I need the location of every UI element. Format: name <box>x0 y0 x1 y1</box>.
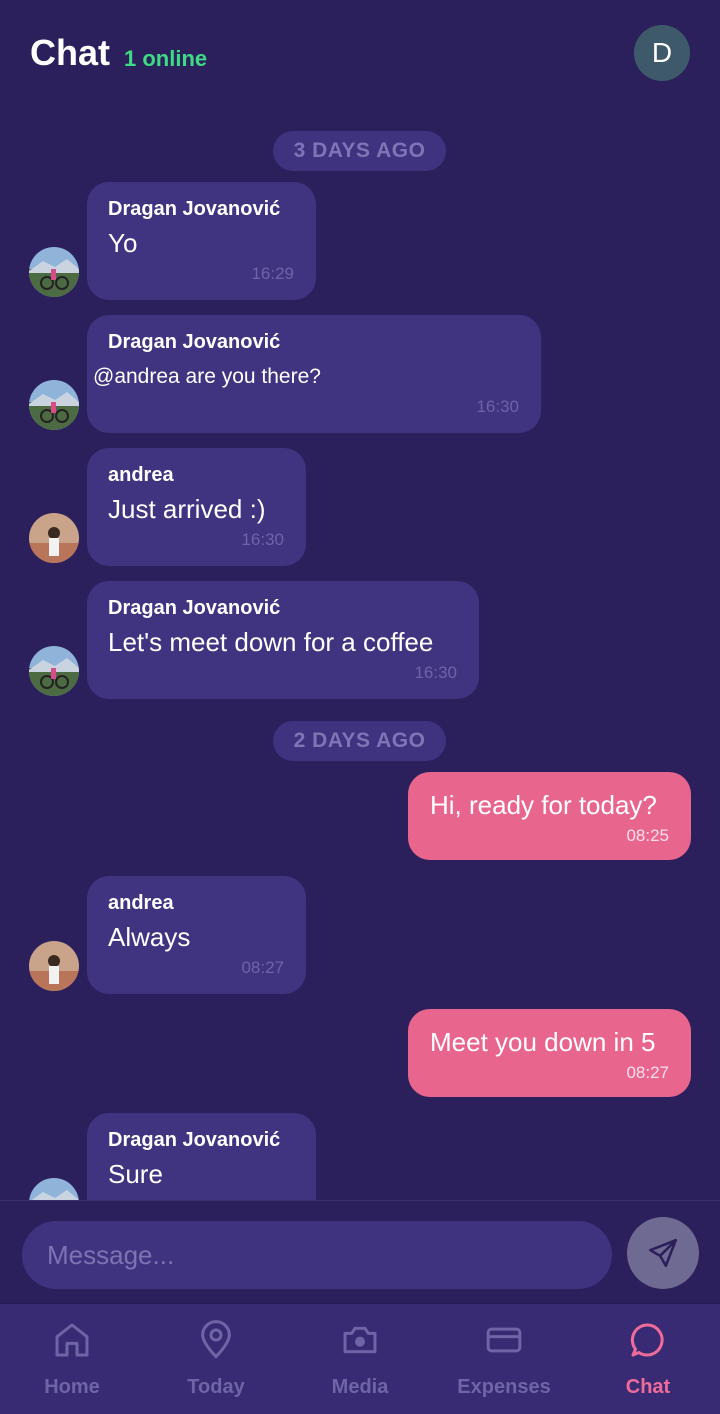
chat-header: Chat 1 online D <box>0 0 720 110</box>
message-composer <box>0 1200 720 1303</box>
message-text: Always <box>108 922 191 952</box>
camera-icon <box>338 1318 382 1362</box>
message-text: Let's meet down for a coffee <box>108 627 434 657</box>
avatar-photo-cyclist <box>29 380 79 430</box>
message-text: Sure <box>108 1159 163 1189</box>
message-sender: Dragan Jovanović <box>108 198 281 220</box>
tab-home[interactable]: Home <box>0 1304 144 1414</box>
avatar-photo-cyclist <box>29 646 79 696</box>
tab-label: Expenses <box>457 1376 551 1398</box>
tab-chat[interactable]: Chat <box>576 1304 720 1414</box>
tab-media[interactable]: Media <box>288 1304 432 1414</box>
map-pin-icon <box>194 1318 238 1362</box>
message-list[interactable]: 3 DAYS AGO Dragan Jovanović Yo 16:29 Dra… <box>0 110 720 1200</box>
message-sender: Dragan Jovanović <box>108 331 281 353</box>
day-separator: 2 DAYS AGO <box>273 721 446 761</box>
message-time: 16:29 <box>251 264 294 283</box>
user-avatar[interactable]: D <box>634 25 690 81</box>
avatar-photo-cyclist <box>29 247 79 297</box>
message-bubble-outgoing[interactable]: Meet you down in 5 08:27 <box>408 1009 691 1097</box>
message-sender: Dragan Jovanović <box>108 597 281 619</box>
message-bubble[interactable]: Dragan Jovanović Yo 16:29 <box>87 182 316 300</box>
day-separator: 3 DAYS AGO <box>273 131 446 171</box>
tab-label: Home <box>44 1376 100 1398</box>
avatar-photo-cyclist <box>29 1178 79 1200</box>
sender-avatar[interactable] <box>29 247 79 297</box>
tab-expenses[interactable]: Expenses <box>432 1304 576 1414</box>
message-bubble[interactable]: Dragan Jovanović @andrea are you there? … <box>87 315 541 433</box>
message-text: @andrea are you there? <box>93 365 321 388</box>
sender-avatar[interactable] <box>29 1178 79 1200</box>
send-icon <box>648 1238 678 1268</box>
tab-label: Chat <box>625 1376 671 1398</box>
avatar-photo-woman <box>29 513 79 563</box>
tab-today[interactable]: Today <box>144 1304 288 1414</box>
online-status: 1 online <box>124 46 208 71</box>
message-time: 08:27 <box>241 958 284 977</box>
page-title: Chat <box>30 32 110 73</box>
message-bubble-outgoing[interactable]: Hi, ready for today? 08:25 <box>408 772 691 860</box>
sender-avatar[interactable] <box>29 941 79 991</box>
sender-avatar[interactable] <box>29 646 79 696</box>
message-time: 08:27 <box>626 1063 669 1082</box>
message-sender: Dragan Jovanović <box>108 1129 281 1151</box>
message-input[interactable] <box>22 1221 612 1289</box>
home-icon <box>50 1318 94 1362</box>
message-text: Yo <box>108 228 138 258</box>
message-text: Hi, ready for today? <box>430 790 657 820</box>
message-time: 16:30 <box>241 530 284 549</box>
avatar-photo-woman <box>29 941 79 991</box>
message-sender: andrea <box>108 892 174 914</box>
message-bubble[interactable]: Dragan Jovanović Sure <box>87 1113 316 1200</box>
message-time: 08:25 <box>626 826 669 845</box>
chat-bubble-icon <box>626 1318 670 1362</box>
tab-label: Media <box>331 1376 389 1398</box>
message-bubble[interactable]: andrea Just arrived :) 16:30 <box>87 448 306 566</box>
sender-avatar[interactable] <box>29 513 79 563</box>
message-time: 16:30 <box>476 397 519 416</box>
message-bubble[interactable]: Dragan Jovanović Let's meet down for a c… <box>87 581 479 699</box>
message-bubble[interactable]: andrea Always 08:27 <box>87 876 306 994</box>
message-time: 16:30 <box>414 663 457 682</box>
send-button[interactable] <box>627 1217 699 1289</box>
message-text: Meet you down in 5 <box>430 1027 656 1057</box>
tab-label: Today <box>187 1376 245 1398</box>
message-text: Just arrived :) <box>108 494 266 524</box>
sender-avatar[interactable] <box>29 380 79 430</box>
message-sender: andrea <box>108 464 174 486</box>
credit-card-icon <box>482 1318 526 1362</box>
bottom-tab-bar: Home Today Media Expenses Chat <box>0 1303 720 1414</box>
